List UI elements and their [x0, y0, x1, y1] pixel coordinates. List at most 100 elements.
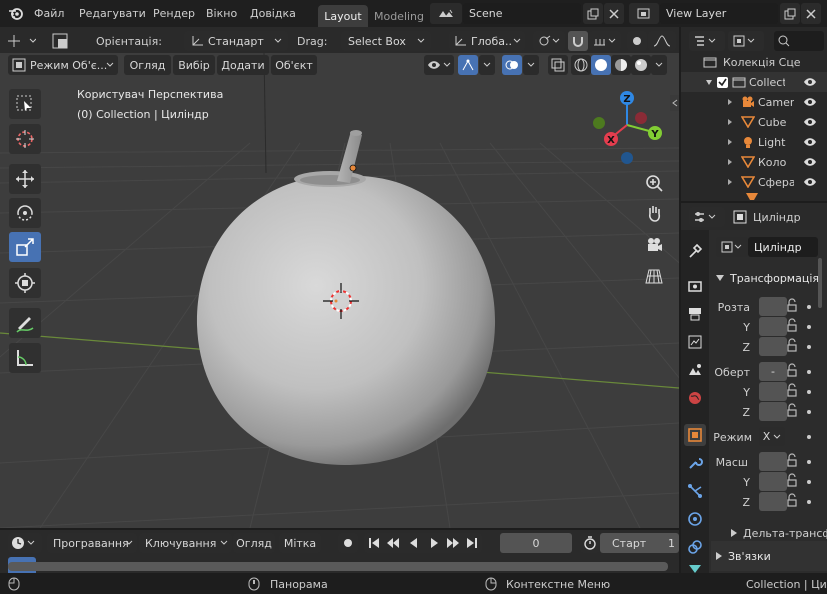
jump-end-icon[interactable] — [464, 533, 482, 553]
menu-view[interactable]: Огляд — [124, 55, 171, 75]
jump-start-icon[interactable] — [364, 533, 380, 553]
rotation-mode-dropdown[interactable]: X — [759, 427, 785, 446]
editor-type-icon[interactable] — [689, 31, 725, 51]
new-scene-icon[interactable] — [583, 3, 603, 24]
mode-dropdown[interactable]: Режим Об'є... — [8, 55, 118, 75]
relations-panel-header[interactable]: Зв'язки — [716, 547, 827, 565]
outliner-row-collection[interactable]: Collect — [681, 72, 827, 92]
marker-menu[interactable]: Мітка — [279, 533, 321, 553]
eye-icon[interactable] — [803, 97, 817, 107]
tool-tab-icon[interactable] — [684, 240, 706, 262]
location-y-field[interactable] — [759, 317, 787, 336]
expand-arrow-icon[interactable] — [727, 158, 733, 166]
eye-icon[interactable] — [803, 157, 817, 167]
object-browse-icon[interactable] — [716, 237, 748, 257]
snap-increment-icon[interactable] — [589, 31, 621, 51]
transform-tool[interactable] — [9, 268, 41, 298]
cursor-tool[interactable] — [9, 124, 41, 154]
outliner-row-camera[interactable]: Camer — [681, 92, 827, 112]
menu-select[interactable]: Вибір — [173, 55, 215, 75]
constraints-tab-icon[interactable] — [684, 536, 706, 558]
select-mode-icon[interactable] — [52, 31, 72, 51]
gizmo-toggle-icon[interactable] — [458, 55, 478, 75]
expand-arrow-icon[interactable] — [727, 98, 733, 106]
location-z-field[interactable] — [759, 337, 787, 356]
navigation-gizmo[interactable]: Z Y X — [585, 85, 675, 165]
view-layer-icon[interactable] — [629, 3, 659, 24]
rendered-shading-icon[interactable] — [631, 55, 651, 75]
3d-viewport[interactable]: Користувач Перспектива (0) Collection | … — [0, 53, 679, 528]
wireframe-shading-icon[interactable] — [571, 55, 591, 75]
timeline-editor-type-icon[interactable] — [8, 533, 42, 553]
chevron-down-icon[interactable] — [651, 55, 667, 75]
view-layer-field[interactable]: View Layer — [660, 3, 778, 24]
select-box-tool[interactable] — [9, 89, 41, 119]
scale-tool[interactable] — [9, 232, 41, 262]
properties-editor-type-icon[interactable] — [689, 207, 725, 227]
delete-view-layer-icon[interactable] — [801, 3, 821, 24]
falloff-curve-icon[interactable] — [648, 31, 676, 51]
orientation-dropdown[interactable]: Стандарт — [184, 31, 288, 51]
stopwatch-icon[interactable] — [580, 533, 600, 553]
transform-pivot-icon[interactable] — [8, 31, 42, 51]
menu-edit[interactable]: Редагувати — [79, 5, 146, 22]
overlays-toggle-icon[interactable] — [502, 55, 522, 75]
zoom-icon[interactable] — [641, 170, 667, 196]
new-view-layer-icon[interactable] — [780, 3, 800, 24]
scale-y-field[interactable] — [759, 472, 787, 491]
eye-icon[interactable] — [803, 177, 817, 187]
outliner-row-circle[interactable]: Коло — [681, 152, 827, 172]
menu-render[interactable]: Рендер — [153, 5, 195, 22]
record-button[interactable] — [338, 533, 358, 553]
visibility-eye-icon[interactable] — [424, 55, 454, 75]
snap-magnet-icon[interactable] — [568, 31, 588, 51]
chevron-down-icon[interactable] — [479, 55, 495, 75]
rotate-tool[interactable] — [9, 198, 41, 228]
delta-transform-panel-header[interactable]: Дельта-трансф — [731, 525, 827, 541]
outliner-row-cube[interactable]: Cube — [681, 112, 827, 132]
current-frame-field[interactable]: 0 — [500, 533, 572, 553]
keying-menu[interactable]: Ключування — [139, 533, 232, 553]
checkbox-icon[interactable] — [717, 76, 728, 88]
outliner-row-sphere[interactable]: Сфера — [681, 172, 827, 192]
menu-object[interactable]: Об'єкт — [271, 55, 317, 75]
view-layer-tab-icon[interactable] — [684, 331, 706, 353]
eye-icon[interactable] — [803, 117, 817, 127]
expand-arrow-icon[interactable] — [727, 118, 733, 126]
outliner-search-input[interactable] — [774, 31, 824, 51]
material-shading-icon[interactable] — [611, 55, 631, 75]
scene-name-field[interactable]: Scene — [463, 3, 581, 24]
menu-window[interactable]: Вікно — [206, 5, 237, 22]
physics-tab-icon[interactable] — [684, 508, 706, 530]
perspective-grid-icon[interactable] — [641, 263, 667, 289]
tab-layout[interactable]: Layout — [318, 5, 368, 27]
display-mode-icon[interactable] — [728, 31, 764, 51]
measure-tool[interactable] — [9, 343, 41, 373]
xray-toggle-icon[interactable] — [548, 55, 568, 75]
pivot-point-icon[interactable] — [533, 31, 565, 51]
transform-orientation-dropdown[interactable]: Глоба.. — [449, 31, 525, 51]
timeline-view-menu[interactable]: Огляд — [233, 533, 275, 553]
world-tab-icon[interactable] — [684, 387, 706, 409]
transform-panel-header[interactable]: Трансформація — [716, 268, 827, 288]
render-tab-icon[interactable] — [684, 275, 706, 297]
pan-hand-icon[interactable] — [641, 200, 667, 226]
menu-help[interactable]: Довідка — [250, 5, 296, 22]
blender-logo-icon[interactable] — [8, 4, 28, 22]
location-x-field[interactable] — [759, 297, 787, 316]
object-tab-icon[interactable] — [684, 424, 706, 446]
properties-scrollbar[interactable] — [818, 258, 822, 308]
playback-menu[interactable]: Програвання — [47, 533, 137, 553]
particles-tab-icon[interactable] — [684, 480, 706, 502]
solid-shading-icon[interactable] — [591, 55, 611, 75]
output-tab-icon[interactable] — [684, 303, 706, 325]
outliner-scene-collection[interactable]: Колекція Сце — [681, 52, 827, 72]
collapse-sidebar-icon[interactable] — [670, 95, 679, 111]
scale-z-field[interactable] — [759, 492, 787, 511]
scale-x-field[interactable] — [759, 452, 787, 471]
scene-selector-button[interactable] — [430, 3, 462, 24]
outliner-row-light[interactable]: Light — [681, 132, 827, 152]
start-frame-field[interactable]: Старт 1 — [600, 533, 679, 553]
expand-arrow-icon[interactable] — [705, 78, 713, 86]
rotation-y-field[interactable] — [759, 382, 787, 401]
